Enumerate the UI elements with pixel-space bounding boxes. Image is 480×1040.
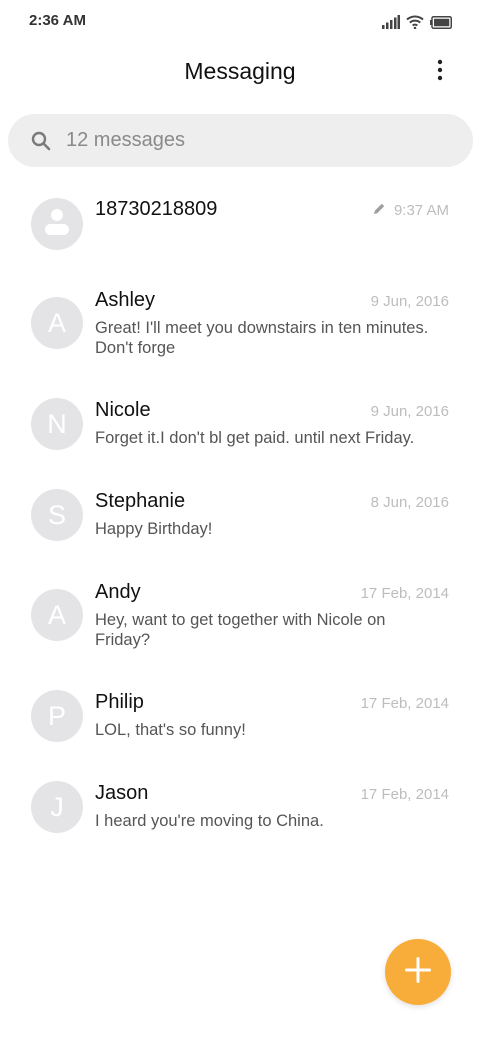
conversation-time: 17 Feb, 2014 <box>360 695 449 712</box>
conversation-name: Andy <box>95 581 141 603</box>
conversation-name: Philip <box>95 691 144 713</box>
conversation-time: 9:37 AM <box>373 202 449 219</box>
conversation-item[interactable]: 18730218809 9:37 AM <box>0 194 480 280</box>
conversation-item[interactable]: A Andy 17 Feb, 2014 Hey, want to get tog… <box>0 578 480 674</box>
conversation-item[interactable]: N Nicole 9 Jun, 2016 Forget it.I don't b… <box>0 396 480 476</box>
messaging-screen: 2:36 AM Messaging 12 messages 1873021880… <box>0 0 480 1040</box>
new-message-button[interactable] <box>385 939 451 1005</box>
avatar: A <box>31 589 83 641</box>
wifi-icon <box>406 15 424 29</box>
conversation-name: Nicole <box>95 399 151 421</box>
conversation-time: 17 Feb, 2014 <box>360 786 449 803</box>
conversation-time: 8 Jun, 2016 <box>370 494 449 511</box>
conversation-item[interactable]: S Stephanie 8 Jun, 2016 Happy Birthday! <box>0 487 480 567</box>
avatar: J <box>31 781 83 833</box>
search-input[interactable] <box>66 114 446 167</box>
conversation-preview: Great! I'll meet you downstairs in ten m… <box>95 319 429 357</box>
conversation-name: Ashley <box>95 289 156 311</box>
avatar <box>31 198 83 250</box>
conversation-name: Stephanie <box>95 490 186 512</box>
person-icon <box>44 207 70 242</box>
search-icon <box>30 130 52 152</box>
conversation-time: 17 Feb, 2014 <box>360 585 449 602</box>
battery-icon <box>430 15 452 29</box>
conversation-item[interactable]: P Philip 17 Feb, 2014 LOL, that's so fun… <box>0 688 480 768</box>
signal-icon <box>382 15 400 29</box>
plus-icon <box>404 956 432 989</box>
status-icons <box>382 12 452 32</box>
avatar: P <box>31 690 83 742</box>
more-vertical-icon <box>437 59 443 86</box>
status-bar: 2:36 AM <box>0 0 480 44</box>
search-bar[interactable] <box>8 114 473 167</box>
time-label: 9:37 AM <box>393 202 449 219</box>
pencil-icon <box>373 202 386 219</box>
conversation-preview: I heard you're moving to China. <box>95 812 324 830</box>
conversation-time: 9 Jun, 2016 <box>370 293 449 310</box>
conversation-preview: Forget it.I don't bl get paid. until nex… <box>95 429 415 447</box>
conversation-preview: LOL, that's so funny! <box>95 721 246 739</box>
avatar: N <box>31 398 83 450</box>
conversation-name: Jason <box>95 782 149 804</box>
conversation-preview: Happy Birthday! <box>95 520 213 538</box>
app-header: Messaging <box>0 44 480 100</box>
conversation-preview: Hey, want to get together with Nicole on… <box>95 611 386 649</box>
avatar: A <box>31 297 83 349</box>
conversation-time: 9 Jun, 2016 <box>370 403 449 420</box>
conversation-name: 18730218809 <box>95 198 218 220</box>
conversation-item[interactable]: J Jason 17 Feb, 2014 I heard you're movi… <box>0 779 480 859</box>
status-time: 2:36 AM <box>29 12 86 29</box>
more-options-button[interactable] <box>422 54 458 90</box>
conversation-item[interactable]: A Ashley 9 Jun, 2016 Great! I'll meet yo… <box>0 286 480 382</box>
page-title: Messaging <box>184 58 296 84</box>
avatar: S <box>31 489 83 541</box>
